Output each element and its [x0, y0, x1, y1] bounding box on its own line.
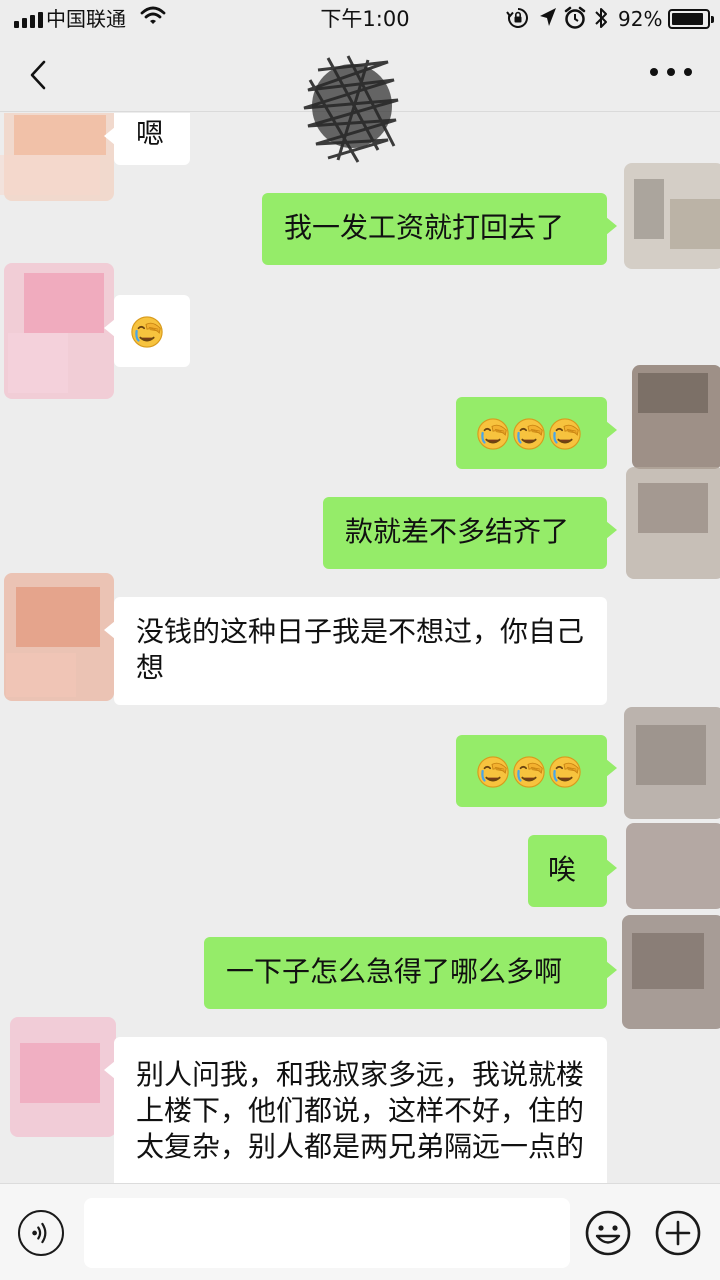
facepalm-emoji-icon	[548, 417, 582, 451]
battery-percent: 92%	[618, 7, 663, 31]
contact-avatar[interactable]	[0, 1013, 120, 1143]
alarm-icon	[564, 6, 586, 29]
message-list: 嗯 我一发工资就打回去了 款就差不多结齐了 没钱的这种日子我是不想过，你自己想 …	[0, 113, 720, 1183]
facepalm-emoji-icon	[512, 755, 546, 789]
message-text: 唉	[548, 853, 577, 886]
chevron-left-icon[interactable]	[24, 58, 54, 92]
status-time: 下午1:00	[320, 7, 410, 31]
voice-icon[interactable]	[18, 1210, 64, 1256]
signal-icon	[14, 10, 43, 28]
contact-avatar[interactable]	[0, 263, 120, 403]
my-avatar[interactable]	[612, 463, 720, 583]
facepalm-emoji-icon	[512, 417, 546, 451]
emoji-icon[interactable]	[584, 1209, 632, 1257]
message-bubble-outgoing[interactable]: 我一发工资就打回去了	[262, 193, 617, 265]
carrier-label: 中国联通	[46, 7, 126, 31]
message-input[interactable]	[84, 1198, 570, 1268]
my-avatar[interactable]	[612, 821, 720, 911]
message-bubble-outgoing[interactable]: 一下子怎么急得了哪么多啊	[204, 937, 617, 1009]
contact-avatar[interactable]	[0, 573, 120, 705]
message-bubble-outgoing[interactable]	[456, 735, 617, 807]
message-text: 款就差不多结齐了	[345, 515, 570, 548]
battery-icon	[668, 9, 714, 29]
status-bar: 中国联通 下午1:00 92%	[0, 0, 720, 38]
message-bubble-outgoing[interactable]	[456, 397, 617, 469]
message-text: 嗯	[136, 117, 165, 150]
message-bubble-incoming[interactable]: 别人问我，和我叔家多远，我说就楼上楼下，他们都说，这样不好，住的太复杂，别人都是…	[104, 1037, 607, 1183]
message-bubble-outgoing[interactable]: 款就差不多结齐了	[323, 497, 617, 569]
rotation-lock-icon	[506, 8, 528, 28]
message-bubble-incoming[interactable]: 没钱的这种日子我是不想过，你自己想	[104, 597, 607, 705]
my-avatar[interactable]	[612, 913, 720, 1033]
contact-avatar[interactable]	[0, 113, 120, 205]
input-bar	[0, 1183, 720, 1280]
message-text: 一下子怎么急得了哪么多啊	[226, 955, 563, 988]
message-bubble-incoming[interactable]: 嗯	[104, 113, 190, 165]
message-text: 我一发工资就打回去了	[284, 211, 565, 244]
bluetooth-icon	[595, 8, 607, 28]
message-text: 没钱的这种日子我是不想过，你自己想	[136, 615, 585, 684]
my-avatar[interactable]	[612, 159, 720, 277]
message-bubble-outgoing[interactable]: 唉	[528, 835, 617, 907]
plus-icon[interactable]	[654, 1209, 702, 1257]
facepalm-emoji-icon	[548, 755, 582, 789]
my-avatar[interactable]	[612, 703, 720, 823]
facepalm-emoji-icon	[130, 315, 164, 349]
location-icon	[540, 8, 556, 26]
message-bubble-incoming[interactable]	[104, 295, 190, 367]
facepalm-emoji-icon	[476, 417, 510, 451]
my-avatar[interactable]	[612, 363, 720, 473]
chat-screen: 中国联通 下午1:00 92% 嗯 我一发工资就打回去了 款就差不多结齐了 没钱…	[0, 0, 720, 1280]
message-text: 别人问我，和我叔家多远，我说就楼上楼下，他们都说，这样不好，住的太复杂，别人都是…	[136, 1058, 585, 1163]
nav-bar	[0, 38, 720, 163]
wifi-icon	[140, 6, 166, 24]
more-dots-icon[interactable]	[650, 64, 692, 80]
facepalm-emoji-icon	[476, 755, 510, 789]
